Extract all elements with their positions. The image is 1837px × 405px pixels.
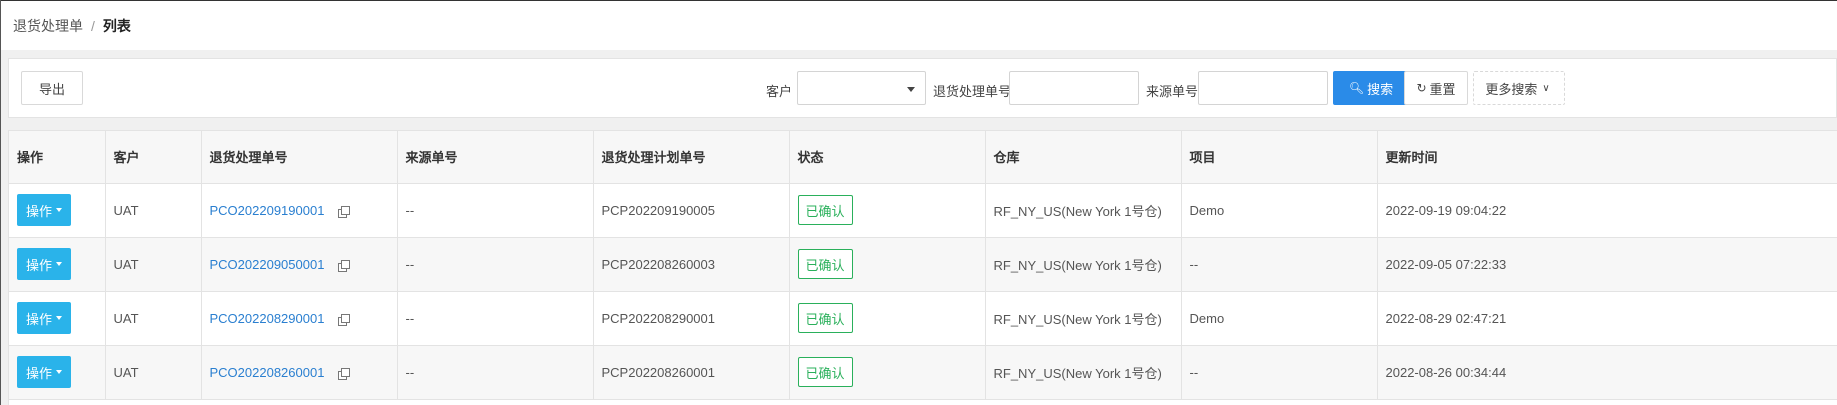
operation-label: 操作 bbox=[26, 365, 53, 381]
caret-down-icon bbox=[56, 208, 63, 212]
table-row: 操作 UAT PCO202209050001 -- PCP20220826000… bbox=[9, 237, 1837, 292]
column-header-project: 项目 bbox=[1181, 131, 1378, 184]
source-no-input[interactable] bbox=[1198, 71, 1328, 105]
filter-toolbar: 导出 客户 退货处理单号 来源单号 🔍︎ 搜索 ↻ 重置 更多搜索 ∨ bbox=[8, 58, 1837, 118]
updated-cell: 2022-08-26 00:34:44 bbox=[1377, 345, 1837, 400]
export-button[interactable]: 导出 bbox=[21, 71, 83, 105]
return-orders-table: 操作 客户 退货处理单号 来源单号 退货处理计划单号 状态 仓库 项目 更新时间… bbox=[8, 130, 1837, 405]
breadcrumb-separator: / bbox=[91, 17, 95, 34]
source-no-cell: -- bbox=[397, 237, 594, 292]
warehouse-cell: RF_NY_US(New York 1号仓) bbox=[985, 237, 1182, 292]
copy-icon[interactable] bbox=[338, 367, 351, 380]
updated-cell: 2022-09-05 07:22:33 bbox=[1377, 237, 1837, 292]
source-no-cell: -- bbox=[397, 183, 594, 238]
refresh-icon: ↻ bbox=[1416, 81, 1427, 95]
project-cell: Demo bbox=[1181, 291, 1378, 346]
customer-cell: UAT bbox=[105, 183, 202, 238]
copy-icon[interactable] bbox=[338, 205, 351, 218]
return-no-link[interactable]: PCO202208260001 bbox=[210, 365, 325, 380]
table-header-row: 操作 客户 退货处理单号 来源单号 退货处理计划单号 状态 仓库 项目 更新时间 bbox=[9, 131, 1837, 184]
window-edge bbox=[0, 0, 1, 405]
search-button-label: 搜索 bbox=[1367, 81, 1394, 97]
customer-cell: UAT bbox=[105, 345, 202, 400]
customer-cell: UAT bbox=[105, 237, 202, 292]
caret-down-icon bbox=[907, 87, 915, 92]
source-no-label: 来源单号 bbox=[1146, 84, 1199, 99]
search-icon: 🔍︎ bbox=[1348, 81, 1365, 95]
table-row: 操作 UAT PCO202208260001 -- PCP20220826000… bbox=[9, 345, 1837, 400]
source-no-cell: -- bbox=[397, 345, 594, 400]
plan-no-cell: PCP202208290001 bbox=[593, 291, 790, 346]
table-row: 操作 UAT PCO202209190001 -- PCP20220919000… bbox=[9, 183, 1837, 238]
operation-label: 操作 bbox=[26, 311, 53, 327]
search-button[interactable]: 🔍︎ 搜索 bbox=[1333, 71, 1409, 105]
chevron-down-icon: ∨ bbox=[1542, 82, 1550, 94]
breadcrumb: 退货处理单 / 列表 bbox=[1, 0, 1837, 50]
column-header-updated: 更新时间 bbox=[1377, 131, 1837, 184]
caret-down-icon bbox=[56, 316, 63, 320]
status-badge: 已确认 bbox=[797, 195, 853, 225]
column-header-warehouse: 仓库 bbox=[985, 131, 1182, 184]
project-cell: -- bbox=[1181, 345, 1378, 400]
customer-label: 客户 bbox=[766, 84, 793, 99]
return-no-label: 退货处理单号 bbox=[933, 84, 1012, 99]
more-search-label: 更多搜索 bbox=[1485, 81, 1538, 97]
column-header-status: 状态 bbox=[789, 131, 986, 184]
operation-dropdown-button[interactable]: 操作 bbox=[17, 302, 72, 334]
project-cell: Demo bbox=[1181, 183, 1378, 238]
return-no-input[interactable] bbox=[1009, 71, 1139, 105]
column-header-source-no: 来源单号 bbox=[397, 131, 594, 184]
plan-no-cell: PCP202208260003 bbox=[593, 237, 790, 292]
status-badge: 已确认 bbox=[797, 249, 853, 279]
customer-cell: UAT bbox=[105, 291, 202, 346]
operation-dropdown-button[interactable]: 操作 bbox=[17, 356, 72, 388]
warehouse-cell: RF_NY_US(New York 1号仓) bbox=[985, 183, 1182, 238]
warehouse-cell: RF_NY_US(New York 1号仓) bbox=[985, 345, 1182, 400]
project-cell: -- bbox=[1181, 237, 1378, 292]
operation-label: 操作 bbox=[26, 203, 53, 219]
breadcrumb-root[interactable]: 退货处理单 bbox=[13, 16, 83, 36]
more-search-button[interactable]: 更多搜索 ∨ bbox=[1473, 71, 1565, 105]
customer-select[interactable] bbox=[797, 71, 926, 105]
updated-cell: 2022-09-19 09:04:22 bbox=[1377, 183, 1837, 238]
column-header-customer: 客户 bbox=[105, 131, 202, 184]
return-no-link[interactable]: PCO202209190001 bbox=[210, 203, 325, 218]
operation-label: 操作 bbox=[26, 257, 53, 273]
caret-down-icon bbox=[56, 370, 63, 374]
breadcrumb-current: 列表 bbox=[102, 17, 131, 34]
caret-down-icon bbox=[56, 262, 63, 266]
column-header-return-no: 退货处理单号 bbox=[201, 131, 398, 184]
status-badge: 已确认 bbox=[797, 303, 853, 333]
source-no-cell: -- bbox=[397, 291, 594, 346]
copy-icon[interactable] bbox=[338, 259, 351, 272]
reset-button-label: 重置 bbox=[1429, 81, 1456, 97]
copy-icon[interactable] bbox=[338, 313, 351, 326]
table-row: 操作 UAT PCO202208290001 -- PCP20220829000… bbox=[9, 291, 1837, 346]
updated-cell: 2022-08-29 02:47:21 bbox=[1377, 291, 1837, 346]
operation-dropdown-button[interactable]: 操作 bbox=[17, 194, 72, 226]
warehouse-cell: RF_NY_US(New York 1号仓) bbox=[985, 291, 1182, 346]
column-header-operation: 操作 bbox=[9, 131, 106, 184]
plan-no-cell: PCP202209190005 bbox=[593, 183, 790, 238]
status-badge: 已确认 bbox=[797, 357, 853, 387]
return-no-link[interactable]: PCO202208290001 bbox=[210, 311, 325, 326]
column-header-plan-no: 退货处理计划单号 bbox=[593, 131, 790, 184]
plan-no-cell: PCP202208260001 bbox=[593, 345, 790, 400]
reset-button[interactable]: ↻ 重置 bbox=[1404, 71, 1468, 105]
operation-dropdown-button[interactable]: 操作 bbox=[17, 248, 72, 280]
return-no-link[interactable]: PCO202209050001 bbox=[210, 257, 325, 272]
